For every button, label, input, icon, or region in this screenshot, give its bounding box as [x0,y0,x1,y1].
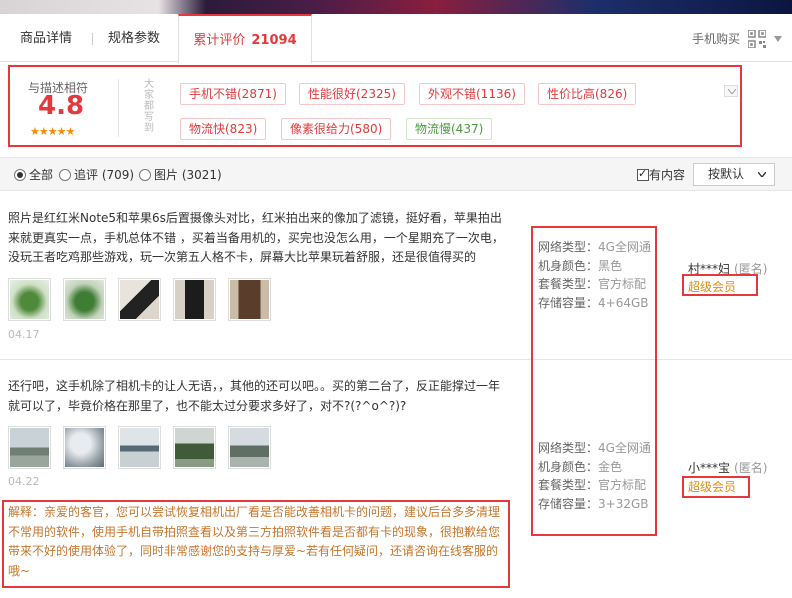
chevron-down-icon [728,89,736,94]
expand-tags-button[interactable] [724,85,738,97]
tab-bar: 商品详情 规格参数 累计评价 21094 手机购买 [0,14,792,64]
filter-followup-label: 追评 (709) [74,168,135,182]
top-banner [0,0,792,14]
has-content-checkbox[interactable]: 有内容 [637,167,686,182]
radio-icon [139,169,151,181]
filter-all-radio[interactable]: 全部 [14,168,53,182]
highlight-box [531,226,657,536]
tab-divider [92,33,93,45]
radio-icon [59,169,71,181]
review-photo[interactable] [173,426,216,469]
highlight-box [682,274,758,296]
tab-reviews-label: 累计评价 [193,33,246,48]
qr-code-icon[interactable] [748,30,766,48]
tab-reviews-count: 21094 [251,33,297,48]
review-tag[interactable]: 物流快(823) [180,118,267,140]
review-photo[interactable] [8,278,51,321]
filter-all-label: 全部 [29,168,54,182]
filter-followup-radio[interactable]: 追评 (709) [59,168,134,182]
sort-select[interactable]: 按默认 [693,163,775,186]
review-item: 照片是红红米Note5和苹果6s后置摄像头对比，红米拍出来的像加了滤镜，挺好看，… [0,192,792,360]
review-text: 还行吧，这手机除了相机卡的让人无语，，其他的还可以吧。。买的第二台了，反正能撑过… [8,379,501,413]
review-filter-bar: 全部 追评 (709) 图片 (3021) 有内容 按默认 [0,157,792,191]
review-tag-negative[interactable]: 物流慢(437) [406,118,493,140]
review-tag[interactable]: 手机不错(2871) [180,83,286,105]
filter-pictures-radio[interactable]: 图片 (3021) [139,168,222,182]
tab-product-detail[interactable]: 商品详情 [20,14,72,62]
highlight-box [682,476,750,498]
review-photos [8,278,271,321]
anonymous-label: (匿名) [734,461,768,475]
review-photo[interactable] [173,278,216,321]
rating-stars: ★★★★★ [30,125,75,138]
radio-checked-icon [14,169,26,181]
everyone-says-label: 大家都写到 [144,79,154,134]
checkbox-checked-icon [637,167,649,181]
review-tag[interactable]: 性价比高(826) [538,83,637,105]
rating-summary: 与描述相符 4.8 ★★★★★ 大家都写到 手机不错(2871) 性能很好(23… [8,65,742,147]
review-date: 04.17 [8,328,40,341]
review-tag[interactable]: 像素很给力(580) [281,118,392,140]
review-photos [8,426,271,469]
review-text: 照片是红红米Note5和苹果6s后置摄像头对比，红米拍出来的像加了滤镜，挺好看，… [8,211,504,264]
tab-specs[interactable]: 规格参数 [108,14,160,62]
review-photo[interactable] [8,426,51,469]
review-photo[interactable] [63,426,106,469]
review-photo[interactable] [228,426,271,469]
mobile-buy-link[interactable]: 手机购买 [692,14,740,64]
review-tag[interactable]: 性能很好(2325) [299,83,405,105]
review-photo[interactable] [118,426,161,469]
chevron-down-icon[interactable] [774,36,782,42]
review-date: 04.22 [8,475,40,488]
reviewer-nickname: 小***宝 [688,461,731,475]
tab-reviews[interactable]: 累计评价 21094 [178,14,312,63]
chevron-down-icon [758,172,766,177]
review-photo[interactable] [63,278,106,321]
summary-divider [118,79,119,137]
has-content-label: 有内容 [649,168,686,182]
review-photo[interactable] [118,278,161,321]
filter-pictures-label: 图片 (3021) [154,168,222,182]
review-tag[interactable]: 外观不错(1136) [419,83,525,105]
seller-reply: 解释：亲爱的客官，您可以尝试恢复相机出厂看是否能改善相机卡的问题，建议后台多多清… [8,505,501,578]
rating-score: 4.8 [38,91,85,121]
sort-select-value: 按默认 [708,167,745,181]
reviewer-name: 小***宝 (匿名) [688,459,767,476]
review-photo[interactable] [228,278,271,321]
